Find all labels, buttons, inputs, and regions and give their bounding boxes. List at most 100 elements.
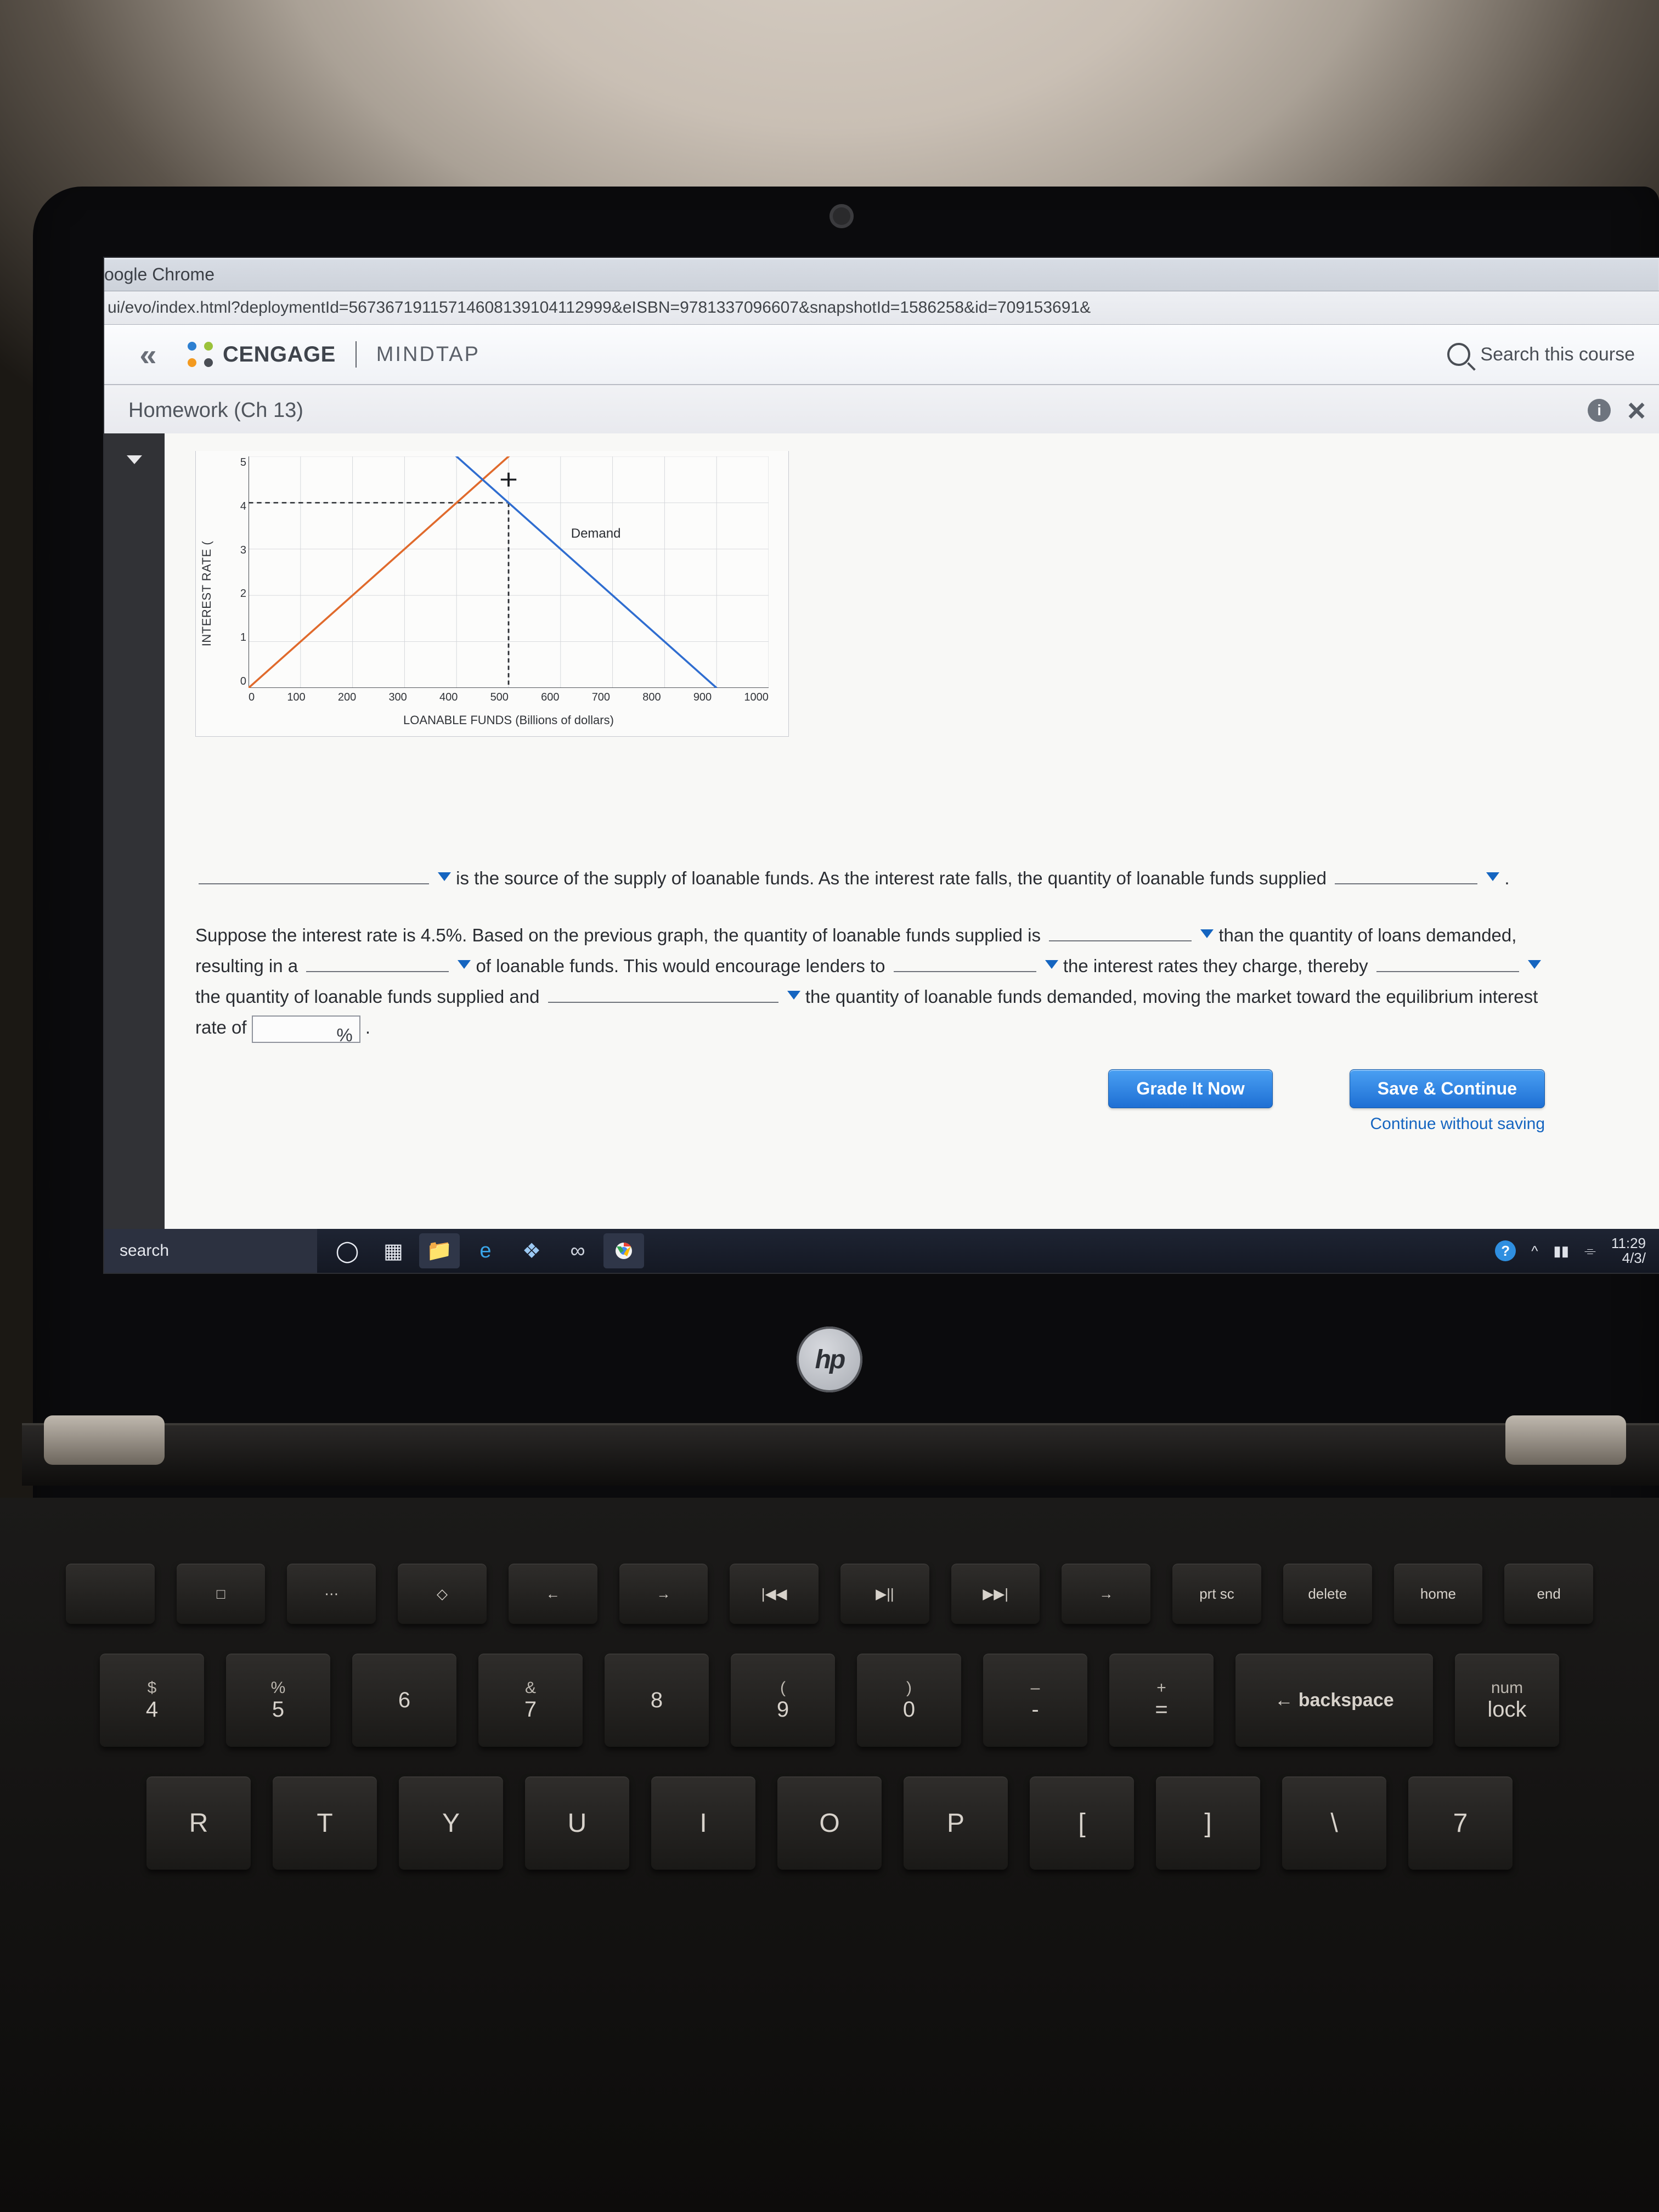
dropdown-blank[interactable] — [1046, 922, 1214, 941]
infinity-icon[interactable]: ∞ — [557, 1233, 598, 1268]
cengage-dots-icon — [188, 342, 213, 367]
keyboard-key: R — [146, 1776, 251, 1870]
chevron-down-icon — [438, 872, 451, 881]
webcam-dot — [830, 204, 854, 228]
dropdown-blank[interactable] — [545, 983, 800, 1003]
keyboard-key: I — [651, 1776, 755, 1870]
cortana-icon[interactable]: ◯ — [327, 1233, 368, 1268]
keyboard-key: += — [1109, 1654, 1214, 1747]
chevron-down-icon[interactable] — [127, 455, 142, 464]
assignment-strip: Homework (Ch 13) i × — [104, 385, 1659, 437]
keyboard-key: %5 — [226, 1654, 330, 1747]
percent-input[interactable] — [252, 1015, 360, 1043]
keyboard-key: ⋯ — [287, 1564, 376, 1624]
wifi-icon[interactable]: ⌯ — [1584, 1242, 1596, 1260]
action-row: Grade It Now Save & Continue Continue wi… — [195, 1069, 1545, 1133]
save-continue-button[interactable]: Save & Continue — [1350, 1069, 1545, 1108]
hp-logo: hp — [797, 1327, 862, 1392]
mindtap-sidebar — [104, 433, 165, 1229]
dropbox-icon[interactable]: ❖ — [511, 1233, 552, 1268]
edge-icon[interactable]: e — [465, 1233, 506, 1268]
grade-button[interactable]: Grade It Now — [1108, 1069, 1272, 1108]
keyboard-key: ▶|| — [840, 1564, 929, 1624]
keyboard-key: –- — [983, 1654, 1087, 1747]
chart-xticks: 01002003004005006007008009001000 — [249, 691, 769, 707]
keyboard-key: (9 — [731, 1654, 835, 1747]
search-course[interactable]: Search this course — [1447, 343, 1635, 366]
help-icon[interactable]: ? — [1495, 1240, 1516, 1261]
brand-divider — [356, 341, 357, 368]
keyboard-key: ← backspace — [1235, 1654, 1433, 1747]
chevron-down-icon — [1200, 929, 1214, 938]
cengage-logo[interactable]: CENGAGE — [188, 342, 336, 367]
keyboard-key: 7 — [1408, 1776, 1513, 1870]
chart-xlabel: LOANABLE FUNDS (Billions of dollars) — [249, 713, 769, 727]
chevron-down-icon — [1045, 960, 1058, 969]
keyboard-key: home — [1394, 1564, 1483, 1624]
keyboard-key: ← — [509, 1564, 597, 1624]
keyboard-key: → — [619, 1564, 708, 1624]
question-text: is the source of the supply of loanable … — [195, 863, 1545, 1043]
keyboard-key: 6 — [352, 1654, 456, 1747]
chevron-down-icon — [1486, 872, 1499, 881]
chevron-down-icon — [458, 960, 471, 969]
keyboard-key: Y — [399, 1776, 503, 1870]
keyboard-key: )0 — [857, 1654, 961, 1747]
back-chevron-icon[interactable]: « — [128, 335, 168, 374]
search-course-label: Search this course — [1480, 344, 1635, 365]
windows-taskbar: search ◯ ▦ 📁 e ❖ ∞ ? ^ ▮▮ ⌯ 11:294/3/ — [104, 1229, 1659, 1273]
assignment-body: INTEREST RATE ( — [165, 433, 1659, 1229]
brand-mindtap-text: MINDTAP — [376, 343, 480, 366]
battery-icon[interactable]: ▮▮ — [1553, 1243, 1569, 1260]
info-icon[interactable]: i — [1588, 399, 1611, 422]
file-explorer-icon[interactable]: 📁 — [419, 1233, 460, 1268]
chevron-up-icon[interactable]: ^ — [1531, 1243, 1538, 1260]
brand-cengage-text: CENGAGE — [223, 342, 336, 367]
taskbar-search[interactable]: search — [104, 1229, 317, 1273]
demand-series-label: Demand — [571, 526, 621, 541]
loanable-funds-chart: INTEREST RATE ( — [195, 451, 789, 737]
keyboard-key: ◇ — [398, 1564, 487, 1624]
url-text: ui/evo/index.html?deploymentId=567367191… — [108, 298, 1091, 317]
chevron-down-icon — [1528, 960, 1541, 969]
system-tray[interactable]: ? ^ ▮▮ ⌯ 11:294/3/ — [1495, 1236, 1659, 1266]
chevron-down-icon — [787, 991, 800, 1000]
keyboard-key: prt sc — [1172, 1564, 1261, 1624]
keyboard: □⋯◇←→|◀◀▶||▶▶|→prt scdeletehomeend $4%56… — [0, 1498, 1659, 2212]
chrome-icon[interactable] — [603, 1233, 644, 1268]
display: oogle Chrome ui/evo/index.html?deploymen… — [104, 258, 1659, 1273]
dropdown-blank[interactable] — [195, 865, 451, 884]
dropdown-blank[interactable] — [303, 952, 471, 972]
keyboard-key: ▶▶| — [951, 1564, 1040, 1624]
keyboard-key: numlock — [1455, 1654, 1559, 1747]
keyboard-key: U — [525, 1776, 629, 1870]
laptop-hinge — [22, 1423, 1659, 1486]
keyboard-key: \ — [1282, 1776, 1386, 1870]
close-icon[interactable]: × — [1627, 392, 1646, 429]
brand-bar: « CENGAGE MINDTAP Search this course — [104, 325, 1659, 385]
keyboard-key: → — [1062, 1564, 1150, 1624]
keyboard-key: end — [1504, 1564, 1593, 1624]
chart-ylabel: INTEREST RATE ( — [200, 541, 214, 646]
keyboard-key: 8 — [605, 1654, 709, 1747]
keyboard-key: ] — [1156, 1776, 1260, 1870]
assignment-title: Homework (Ch 13) — [128, 399, 303, 422]
keyboard-key: T — [273, 1776, 377, 1870]
browser-tab-row: oogle Chrome — [104, 258, 1659, 291]
taskbar-pinned: ◯ ▦ 📁 e ❖ ∞ — [327, 1233, 644, 1268]
chart-yticks: 012345 — [231, 456, 246, 688]
keyboard-key: P — [904, 1776, 1008, 1870]
continue-without-saving-link[interactable]: Continue without saving — [1350, 1115, 1545, 1133]
browser-tab-title[interactable]: oogle Chrome — [104, 264, 215, 285]
search-icon — [1447, 343, 1470, 366]
keyboard-key: [ — [1030, 1776, 1134, 1870]
keyboard-key: O — [777, 1776, 882, 1870]
dropdown-blank[interactable] — [1373, 952, 1541, 972]
dropdown-blank[interactable] — [890, 952, 1058, 972]
keyboard-key: $4 — [100, 1654, 204, 1747]
task-view-icon[interactable]: ▦ — [373, 1233, 414, 1268]
keyboard-key: |◀◀ — [730, 1564, 819, 1624]
tray-clock[interactable]: 11:294/3/ — [1611, 1236, 1646, 1266]
address-bar[interactable]: ui/evo/index.html?deploymentId=567367191… — [104, 291, 1659, 325]
dropdown-blank[interactable] — [1331, 865, 1499, 884]
